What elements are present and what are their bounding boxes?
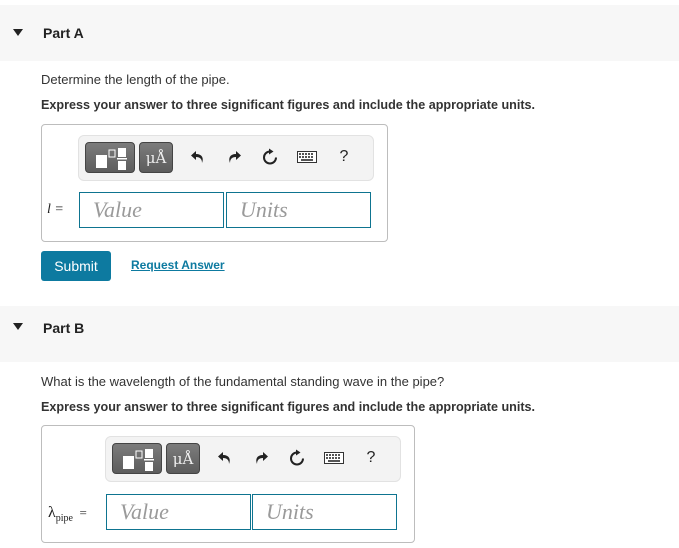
help-button[interactable]: ? <box>360 447 382 469</box>
part-a-title: Part A <box>43 25 84 41</box>
value-input[interactable] <box>79 192 224 228</box>
part-a-instruction: Express your answer to three significant… <box>41 98 536 112</box>
math-toolbar: μÅ ? <box>105 436 401 482</box>
templates-button[interactable] <box>112 443 162 474</box>
part-b-instruction: Express your answer to three significant… <box>41 400 536 414</box>
units-input[interactable] <box>252 494 397 530</box>
part-b-answer-box: μÅ ? λpipe = <box>41 425 415 543</box>
templates-icon <box>96 148 127 170</box>
part-a-question: Determine the length of the pipe. <box>41 72 230 87</box>
part-b-header[interactable]: Part B <box>0 306 679 362</box>
units-symbols-button[interactable]: μÅ <box>139 142 173 173</box>
request-answer-link[interactable]: Request Answer <box>131 258 225 272</box>
variable-label-lambda-pipe: λpipe = <box>48 504 87 524</box>
undo-icon[interactable] <box>214 447 236 469</box>
variable-label-l: l = <box>47 202 64 217</box>
units-symbols-button[interactable]: μÅ <box>166 443 200 474</box>
undo-icon[interactable] <box>187 146 209 168</box>
reset-icon[interactable] <box>286 447 308 469</box>
reset-icon[interactable] <box>259 146 281 168</box>
keyboard-icon[interactable] <box>322 447 346 469</box>
redo-icon[interactable] <box>223 146 245 168</box>
part-a-answer-box: μÅ ? l = <box>41 124 388 242</box>
part-b-title: Part B <box>43 320 85 336</box>
keyboard-icon[interactable] <box>295 146 319 168</box>
part-a-header[interactable]: Part A <box>0 5 679 61</box>
math-toolbar: μÅ ? <box>78 135 374 181</box>
units-input[interactable] <box>226 192 371 228</box>
templates-button[interactable] <box>85 142 135 173</box>
part-b-question: What is the wavelength of the fundamenta… <box>41 374 445 389</box>
collapse-triangle-icon[interactable] <box>13 29 23 36</box>
submit-button[interactable]: Submit <box>41 251 111 281</box>
lambda-symbol: λ <box>48 504 56 521</box>
equals-sign: = <box>79 505 87 520</box>
redo-icon[interactable] <box>250 447 272 469</box>
help-button[interactable]: ? <box>333 146 355 168</box>
pipe-subscript: pipe <box>55 512 73 524</box>
templates-icon <box>123 449 154 471</box>
collapse-triangle-icon[interactable] <box>13 323 23 330</box>
value-input[interactable] <box>106 494 251 530</box>
